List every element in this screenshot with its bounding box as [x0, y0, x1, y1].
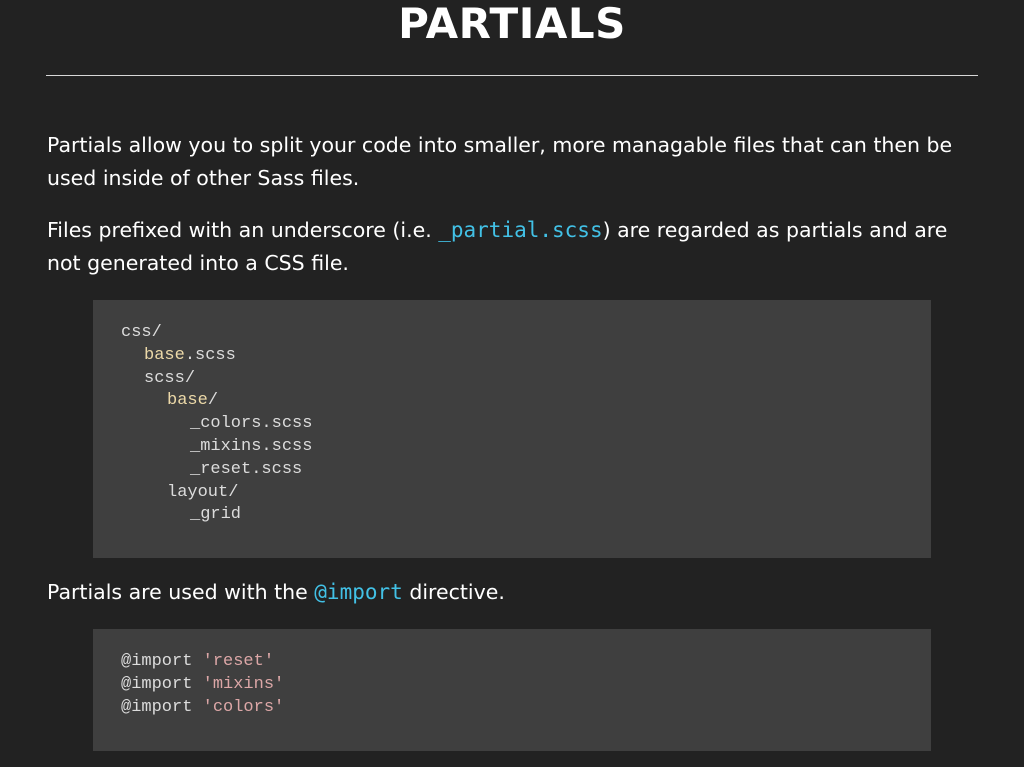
- directory-tree-code-block: css/ base.scss scss/ base/ _colors.scss …: [93, 300, 931, 558]
- paragraph-text: directive.: [402, 580, 505, 604]
- import-code-block: @import 'reset' @import 'mixins' @import…: [93, 629, 931, 751]
- tree-line: base/: [167, 391, 219, 411]
- title-divider: [46, 75, 978, 76]
- import-line: @import 'colors': [121, 697, 285, 717]
- intro-paragraph-2: Files prefixed with an underscore (i.e. …: [47, 214, 977, 280]
- inline-code-import: @import: [314, 580, 403, 604]
- paragraph-text: Files prefixed with an underscore (i.e.: [47, 218, 439, 242]
- inline-code-partial: _partial.scss: [438, 218, 603, 242]
- tree-line: layout/: [167, 482, 239, 502]
- tree-line: _colors.scss: [190, 414, 313, 434]
- tree-line: _grid: [190, 505, 242, 525]
- tree-line: css/: [121, 323, 162, 342]
- intro-paragraph-1: Partials allow you to split your code in…: [47, 133, 953, 190]
- slide-title: PARTIALS: [398, 0, 626, 48]
- import-line: @import 'mixins': [121, 674, 285, 694]
- tree-line: _reset.scss: [190, 459, 303, 479]
- import-paragraph: Partials are used with the @import direc…: [47, 576, 977, 609]
- paragraph-text: Partials are used with the: [47, 580, 315, 604]
- tree-line: base.scss: [144, 345, 236, 365]
- tree-line: scss/: [144, 368, 196, 388]
- import-line: @import 'reset': [121, 652, 275, 671]
- tree-line: _mixins.scss: [190, 436, 313, 456]
